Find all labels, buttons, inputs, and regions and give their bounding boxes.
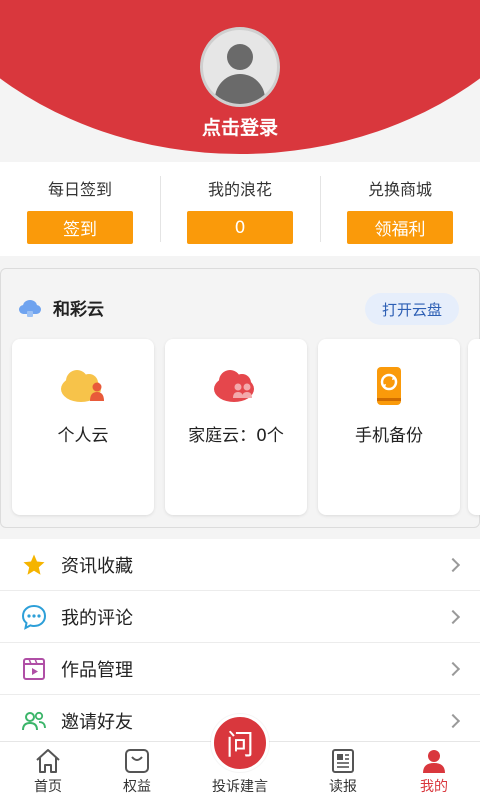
nav-home[interactable]: 首页: [0, 742, 96, 800]
menu-item-favorites[interactable]: 资讯收藏: [0, 539, 480, 591]
login-link[interactable]: 点击登录: [0, 113, 480, 140]
profile-icon: [423, 750, 445, 773]
star-icon: [21, 552, 47, 578]
chevron-right-icon: [445, 661, 461, 676]
nav-label: 首页: [34, 779, 62, 795]
avatar[interactable]: [200, 27, 280, 107]
cloud-tiles: 个人云 家庭云：0个 手机备份: [12, 339, 460, 515]
phone-backup-tile[interactable]: 手机备份: [318, 339, 460, 515]
points-button[interactable]: 0: [187, 211, 293, 244]
stat-label: 我的浪花: [207, 180, 272, 199]
stats-bar: 每日签到 签到 我的浪花 0 兑换商城 领福利: [0, 162, 480, 256]
invite-friends-icon: [21, 708, 47, 734]
signin-button[interactable]: 签到: [27, 211, 133, 244]
personal-cloud-icon: [61, 370, 104, 402]
menu-label: 邀请好友: [61, 711, 133, 733]
tile-label: 家庭云：0个: [188, 426, 284, 446]
video-icon: [21, 656, 47, 682]
open-cloud-disk-button[interactable]: 打开云盘: [365, 293, 459, 325]
menu-item-works[interactable]: 作品管理: [0, 643, 480, 695]
newspaper-icon: [332, 749, 354, 773]
profile-header: 点击登录: [0, 0, 480, 160]
menu-label: 作品管理: [61, 659, 133, 681]
tile-label: 个人云: [57, 426, 109, 446]
cloud-card: 和彩云 打开云盘 个人云 家庭云：0个 手机备份: [0, 268, 480, 528]
cloud-logo-icon: [19, 298, 43, 318]
daily-signin: 每日签到 签到: [0, 162, 160, 256]
menu-label: 我的评论: [61, 607, 133, 629]
nav-complaint[interactable]: 问 投诉建言: [192, 714, 288, 800]
nav-label: 读报: [329, 779, 357, 795]
nav-label: 权益: [123, 779, 151, 795]
nav-label: 我的: [420, 779, 448, 795]
chevron-right-icon: [445, 609, 461, 624]
cloud-title: 和彩云: [53, 300, 104, 320]
my-points: 我的浪花 0: [160, 162, 320, 256]
avatar-head: [227, 44, 253, 70]
shopping-bag-icon: [125, 749, 149, 773]
avatar-body: [215, 74, 265, 104]
chevron-right-icon: [445, 557, 461, 572]
tile-label: 手机备份: [355, 426, 423, 446]
stat-label: 兑换商城: [367, 180, 432, 199]
nav-benefits[interactable]: 权益: [89, 742, 185, 800]
exchange-mall: 兑换商城 领福利: [320, 162, 480, 256]
nav-label: 投诉建言: [212, 779, 268, 795]
family-cloud-icon: [214, 370, 254, 402]
personal-cloud-tile[interactable]: 个人云: [12, 339, 154, 515]
cloud-title-row: 和彩云: [19, 295, 104, 320]
comment-icon: [21, 604, 47, 630]
menu-label: 资讯收藏: [61, 555, 133, 577]
phone-backup-icon: [377, 367, 401, 405]
family-cloud-tile[interactable]: 家庭云：0个: [165, 339, 307, 515]
bottom-nav: 首页 权益 问 投诉建言 读报 我的: [0, 714, 480, 800]
next-tile-peek[interactable]: [468, 339, 480, 515]
nav-profile[interactable]: 我的: [386, 742, 480, 800]
nav-newspaper[interactable]: 读报: [295, 742, 391, 800]
home-icon: [36, 749, 60, 773]
chevron-right-icon: [445, 713, 461, 728]
menu-item-comments[interactable]: 我的评论: [0, 591, 480, 643]
get-benefits-button[interactable]: 领福利: [347, 211, 453, 244]
complaint-icon: 问: [211, 714, 269, 772]
stat-label: 每日签到: [47, 180, 112, 199]
